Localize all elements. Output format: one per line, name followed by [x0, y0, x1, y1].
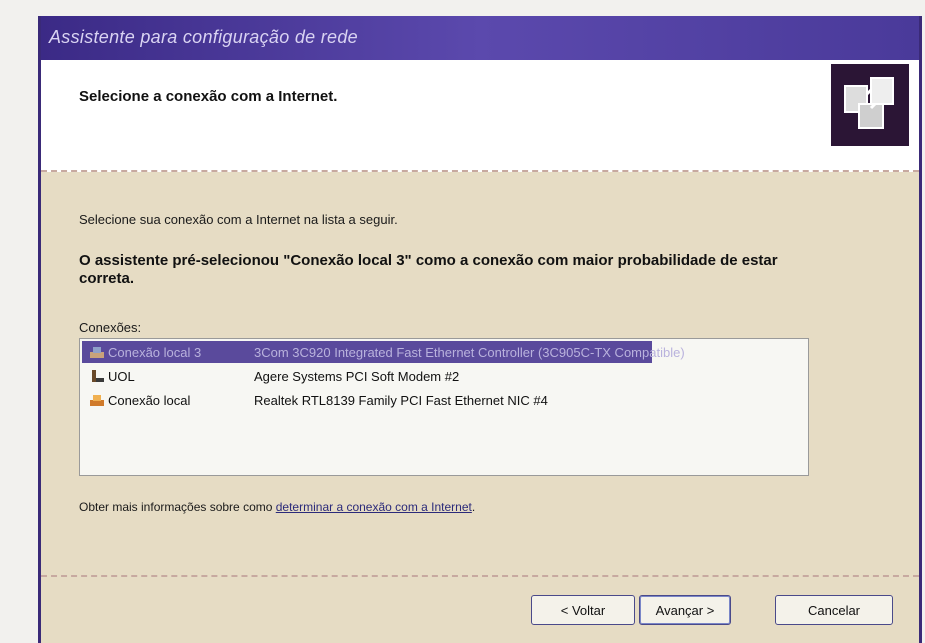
connection-item-local-3[interactable]: Conexão local 3 3Com 3C920 Integrated Fa…	[82, 341, 685, 363]
connection-item-uol[interactable]: UOL Agere Systems PCI Soft Modem #2	[82, 365, 652, 387]
wizard-footer: < Voltar Avançar > Cancelar	[41, 575, 919, 643]
dialup-connection-icon	[88, 368, 106, 384]
connection-device: Agere Systems PCI Soft Modem #2	[254, 369, 460, 384]
network-wizard-icon	[831, 64, 909, 146]
window-title: Assistente para configuração de rede	[49, 27, 358, 47]
connection-name: Conexão local 3	[108, 345, 202, 360]
preselection-note: O assistente pré-selecionou "Conexão loc…	[79, 252, 778, 287]
more-info-suffix: .	[471, 500, 476, 514]
connection-item-local[interactable]: Conexão local Realtek RTL8139 Family PCI…	[82, 389, 652, 411]
back-button[interactable]: < Voltar	[531, 595, 635, 625]
connection-device: 3Com 3C920 Integrated Fast Ethernet Cont…	[254, 345, 685, 360]
connection-device: Realtek RTL8139 Family PCI Fast Ethernet…	[254, 393, 548, 408]
wizard-content: Selecione sua conexão com a Internet na …	[41, 172, 919, 575]
lan-connection-icon	[88, 392, 106, 408]
intro-text: Selecione sua conexão com a Internet na …	[79, 212, 398, 227]
wizard-header: Selecione a conexão com a Internet.	[41, 60, 919, 172]
more-info: Obter mais informações sobre como determ…	[79, 500, 475, 514]
connections-label: Conexões:	[79, 320, 142, 335]
connection-name: UOL	[108, 369, 135, 384]
title-bar[interactable]: Assistente para configuração de rede	[41, 16, 919, 60]
connection-name: Conexão local	[108, 393, 191, 408]
page-title: Selecione a conexão com a Internet.	[79, 88, 338, 105]
more-info-prefix: Obter mais informações sobre como	[79, 500, 276, 514]
lan-connection-icon	[88, 344, 106, 360]
more-info-link[interactable]: determinar a conexão com a Internet	[276, 500, 472, 514]
connections-list[interactable]: Conexão local 3 3Com 3C920 Integrated Fa…	[79, 338, 809, 476]
network-wizard-window: Assistente para configuração de rede Sel…	[38, 16, 922, 643]
next-button[interactable]: Avançar >	[639, 595, 731, 625]
cancel-button[interactable]: Cancelar	[775, 595, 893, 625]
